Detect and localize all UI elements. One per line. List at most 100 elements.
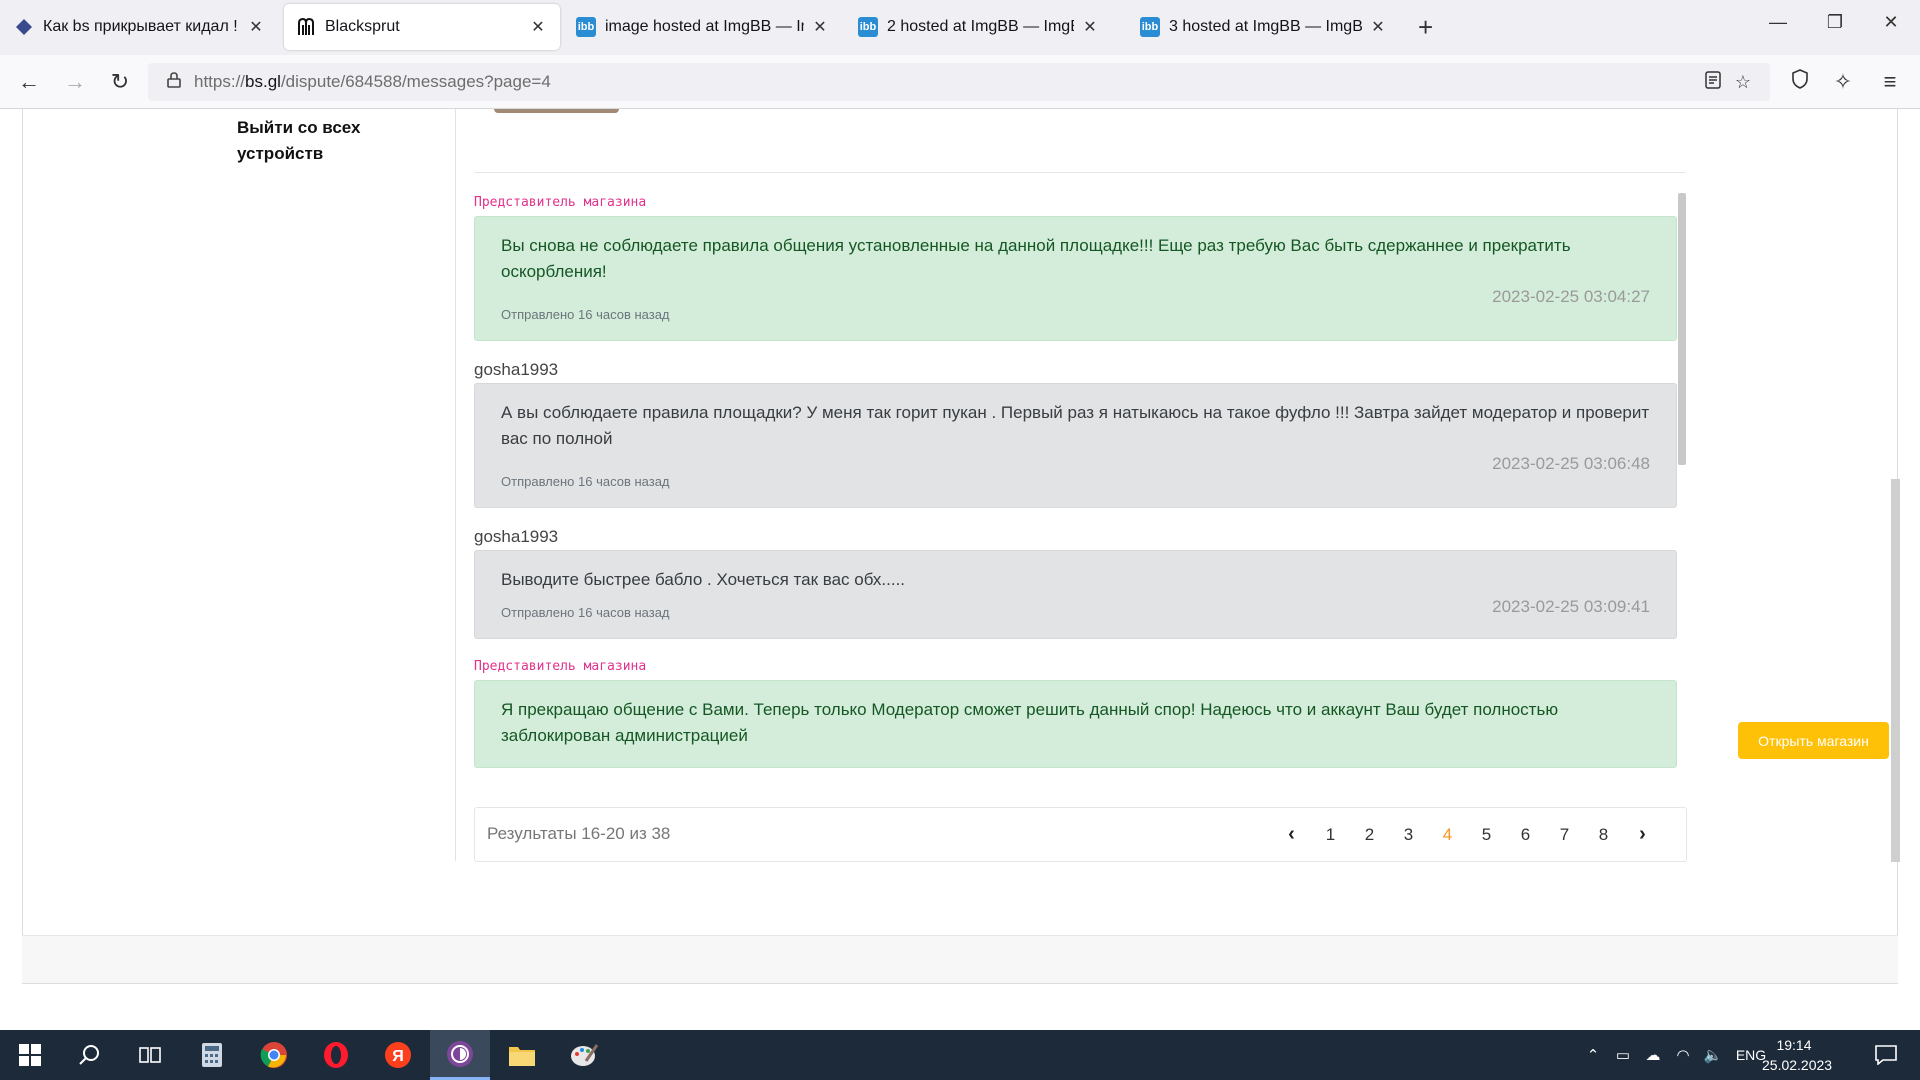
extensions-icon[interactable]: ✧ (1828, 68, 1858, 96)
page-link-2[interactable]: 2 (1350, 825, 1389, 845)
tab-imgbb-1[interactable]: ibb image hosted at ImgBB — ImgBB ✕ (564, 4, 842, 50)
tab-title: Как bs прикрывает кидал ! - |Р (43, 18, 240, 35)
paint-icon[interactable] (554, 1030, 614, 1080)
search-icon[interactable] (60, 1030, 120, 1080)
message-text: Выводите быстрее бабло . Хочеться так ва… (501, 570, 906, 589)
opera-icon[interactable] (306, 1030, 366, 1080)
footer (22, 935, 1898, 983)
message-timestamp: 2023-02-25 03:09:41 (1492, 597, 1650, 616)
message-bubble: Я прекращаю общение с Вами. Теперь тольк… (474, 680, 1677, 768)
url-scheme: https:// (194, 72, 246, 91)
message-author: Представитель магазина (474, 195, 647, 210)
wifi-icon[interactable]: ◠ (1668, 1046, 1698, 1064)
calculator-icon[interactable] (182, 1030, 242, 1080)
page-list: ‹ 1 2 3 4 5 6 7 8 › (1272, 808, 1662, 861)
tab-kidal[interactable]: Как bs прикрывает кидал ! - |Р ✕ (2, 4, 278, 50)
windows-start-icon[interactable] (0, 1030, 60, 1080)
tab-title: 2 hosted at ImgBB — ImgBB (887, 18, 1074, 35)
message-author: Представитель магазина (474, 659, 647, 674)
page-link-5[interactable]: 5 (1467, 825, 1506, 845)
imgbb-icon: ibb (858, 17, 878, 37)
address-bar[interactable]: https://bs.gl/dispute/684588/messages?pa… (148, 63, 1770, 101)
page-link-1[interactable]: 1 (1311, 825, 1350, 845)
tor-browser-icon[interactable] (430, 1030, 490, 1080)
tab-title: Blacksprut (325, 18, 400, 35)
page-content: Выйти со всех устройств Представитель ма… (0, 109, 1920, 1030)
tab-blacksprut[interactable]: Blacksprut ✕ (284, 4, 560, 50)
sidebar-divider (455, 109, 456, 861)
minimize-icon[interactable]: — (1763, 12, 1793, 33)
page-link-3[interactable]: 3 (1389, 825, 1428, 845)
page-link-4-current[interactable]: 4 (1428, 825, 1467, 845)
chevron-left-icon[interactable]: ‹ (1272, 823, 1311, 846)
url-text[interactable]: https://bs.gl/dispute/684588/messages?pa… (194, 72, 551, 92)
chevron-right-icon[interactable]: › (1623, 823, 1662, 846)
message-text: Я прекращаю общение с Вами. Теперь тольк… (501, 700, 1559, 745)
message-author: gosha1993 (474, 527, 559, 546)
message-bubble: Вы снова не соблюдаете правила общения у… (474, 216, 1677, 341)
page-link-6[interactable]: 6 (1506, 825, 1545, 845)
bookmark-star-icon[interactable]: ☆ (1728, 72, 1758, 93)
page-scrollbar[interactable] (1891, 479, 1900, 862)
message-text: Вы снова не соблюдаете правила общения у… (501, 236, 1571, 281)
shield-icon[interactable] (1785, 68, 1815, 96)
imgbb-icon: ibb (1140, 17, 1160, 37)
clock[interactable]: 19:14 25.02.2023 (1762, 1035, 1832, 1075)
new-tab-plus-icon[interactable]: + (1418, 14, 1433, 40)
back-arrow-icon[interactable]: ← (14, 68, 44, 96)
page-link-8[interactable]: 8 (1584, 825, 1623, 845)
lock-icon[interactable] (154, 71, 194, 93)
logout-all-devices-link[interactable]: Выйти со всех устройств (237, 115, 437, 167)
tab-imgbb-2[interactable]: ibb 2 hosted at ImgBB — ImgBB ✕ (846, 4, 1112, 50)
notifications-icon[interactable] (1856, 1030, 1916, 1080)
file-explorer-icon[interactable] (492, 1030, 552, 1080)
tab-imgbb-3[interactable]: ibb 3 hosted at ImgBB — ImgBB ✕ (1128, 4, 1400, 50)
diamond-icon (14, 17, 34, 37)
close-icon[interactable]: ✕ (1080, 17, 1100, 37)
results-count: Результаты 16-20 из 38 (487, 824, 671, 843)
message-list[interactable]: Представитель магазина Вы снова не соблю… (474, 193, 1687, 866)
page-frame-left (22, 109, 23, 983)
chevron-up-icon[interactable]: ⌃ (1578, 1046, 1608, 1064)
volume-icon[interactable]: 🔈 (1698, 1046, 1728, 1064)
reader-view-icon[interactable] (1698, 70, 1728, 94)
close-icon[interactable]: ✕ (1368, 17, 1388, 37)
message: Представитель магазина Вы снова не соблю… (474, 193, 1687, 341)
imgbb-icon: ibb (576, 17, 596, 37)
tab-title: 3 hosted at ImgBB — ImgBB (1169, 18, 1362, 35)
message-author: gosha1993 (474, 360, 559, 379)
page-link-7[interactable]: 7 (1545, 825, 1584, 845)
menu-hamburger-icon[interactable]: ≡ (1875, 68, 1905, 96)
tab-title: image hosted at ImgBB — ImgBB (605, 18, 804, 35)
message: gosha1993 А вы соблюдаете правила площад… (474, 359, 1687, 508)
close-icon[interactable]: ✕ (246, 17, 266, 37)
task-view-icon[interactable] (120, 1030, 180, 1080)
message-list-scrollbar[interactable] (1678, 193, 1686, 465)
chrome-icon[interactable] (244, 1030, 304, 1080)
onedrive-cloud-icon[interactable]: ☁ (1638, 1046, 1668, 1064)
message-bubble: Выводите быстрее бабло . Хочеться так ва… (474, 550, 1677, 639)
reload-icon[interactable]: ↻ (105, 68, 135, 96)
message-bubble: А вы соблюдаете правила площадки? У меня… (474, 383, 1677, 508)
url-domain: bs.gl (245, 72, 281, 91)
message: gosha1993 Выводите быстрее бабло . Хочет… (474, 526, 1687, 639)
close-window-icon[interactable]: ✕ (1876, 12, 1906, 33)
address-bar-actions: ☆ (1698, 63, 1758, 101)
message-timestamp: 2023-02-25 03:06:48 (1492, 454, 1650, 473)
message-text: А вы соблюдаете правила площадки? У меня… (501, 403, 1650, 448)
message-timestamp: 2023-02-25 03:04:27 (1492, 287, 1650, 306)
close-icon[interactable]: ✕ (810, 17, 830, 37)
blacksprut-logo-icon (296, 17, 316, 37)
open-shop-button[interactable]: Открыть магазин (1738, 722, 1889, 759)
yandex-browser-icon[interactable]: Я (368, 1030, 428, 1080)
windows-taskbar: Я ⌃ ▭ ☁ ◠ 🔈 ENG 19:14 25.02.2023 (0, 1030, 1920, 1080)
system-tray: ⌃ ▭ ☁ ◠ 🔈 ENG (1578, 1030, 1774, 1080)
forward-arrow-icon[interactable]: → (60, 68, 90, 96)
attached-image[interactable] (494, 109, 619, 113)
close-icon[interactable]: ✕ (528, 17, 548, 37)
battery-icon[interactable]: ▭ (1608, 1046, 1638, 1064)
browser-nav-bar: ← → ↻ https://bs.gl/dispute/684588/messa… (0, 55, 1920, 109)
message-sent-status: Отправлено 16 часов назад (501, 474, 670, 489)
restore-icon[interactable]: ❐ (1820, 12, 1850, 33)
message-sent-status: Отправлено 16 часов назад (501, 605, 670, 620)
